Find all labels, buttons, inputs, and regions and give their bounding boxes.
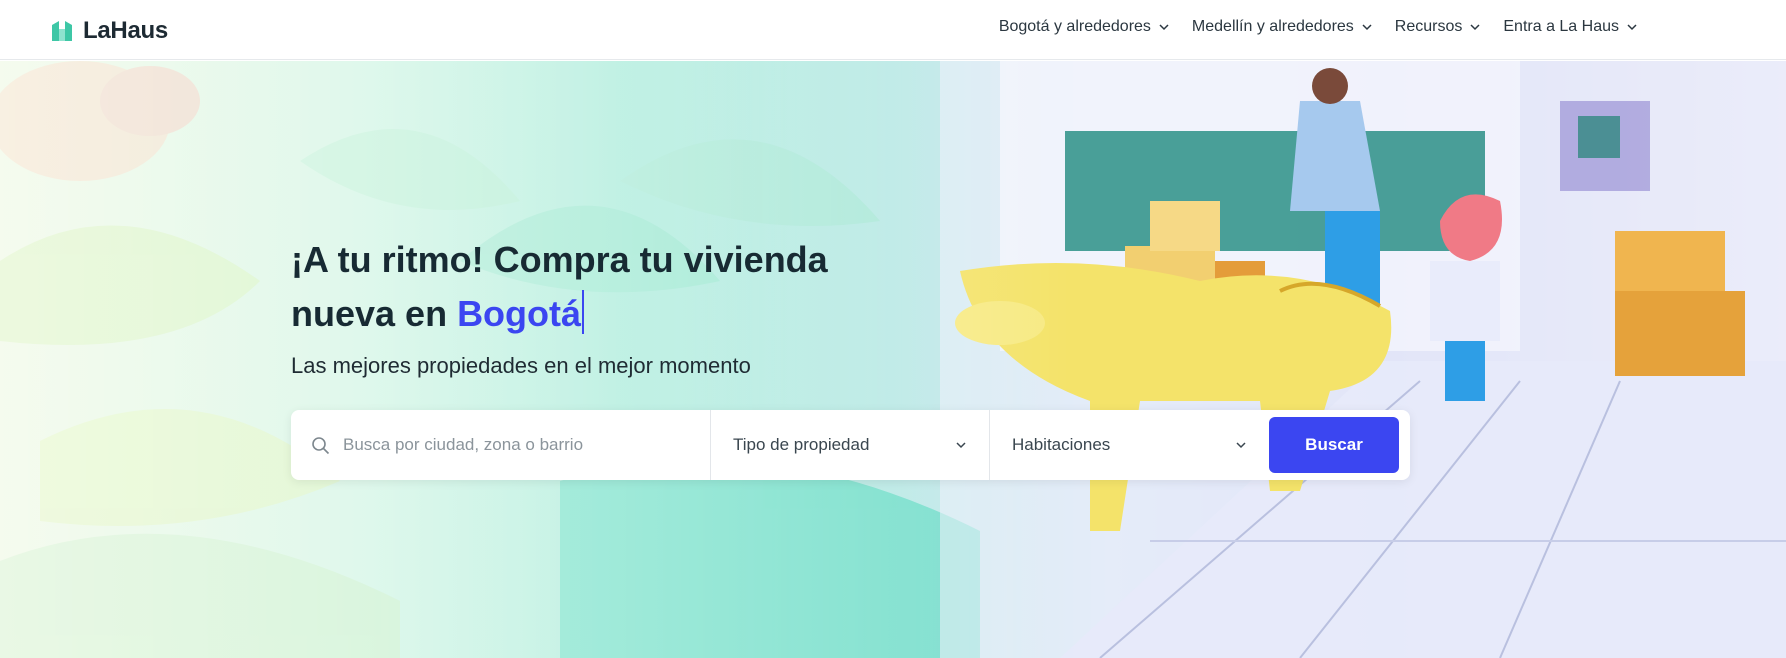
nav-item-bogota[interactable]: Bogotá y alrededores <box>999 18 1170 36</box>
nav-item-label: Bogotá y alrededores <box>998 18 1151 35</box>
search-bar: Tipo de propiedad Habitaciones Buscar <box>291 410 1410 480</box>
nav-item-medellin[interactable]: Medellín y alrededores <box>1192 18 1373 36</box>
text-cursor <box>582 290 585 334</box>
nav-item-recursos[interactable]: Recursos <box>1395 18 1482 36</box>
hero-headline: ¡A tu ritmo! Compra tu vivienda nueva en… <box>291 233 911 341</box>
rooms-select[interactable]: Habitaciones <box>990 410 1269 480</box>
hero-banner: ¡A tu ritmo! Compra tu vivienda nueva en… <box>0 61 1786 658</box>
headline-city: Bogotá <box>457 293 582 334</box>
rooms-label: Habitaciones <box>1012 435 1111 454</box>
hero-overlay <box>0 61 1786 658</box>
search-button[interactable]: Buscar <box>1269 417 1399 473</box>
nav-item-entra[interactable]: Entra a La Haus <box>1503 18 1638 36</box>
nav-item-label: Medellín y alrededores <box>1191 18 1354 35</box>
location-search-field[interactable] <box>291 410 711 480</box>
chevron-down-icon <box>956 442 966 449</box>
search-input[interactable] <box>343 435 683 455</box>
nav-item-label: Recursos <box>1394 18 1463 35</box>
chevron-down-icon <box>1236 442 1246 449</box>
chevron-down-icon <box>1627 24 1637 31</box>
brand-name: LaHaus <box>83 17 168 44</box>
property-type-label: Tipo de propiedad <box>733 435 870 454</box>
top-nav-bar: LaHaus Bogotá y alrededores Medellín y a… <box>0 0 1786 60</box>
hero-subheadline: Las mejores propiedades en el mejor mome… <box>291 353 751 378</box>
nav-item-label: Entra a La Haus <box>1503 18 1619 35</box>
search-icon <box>312 437 330 455</box>
chevron-down-icon <box>1159 24 1169 31</box>
house-logo-icon <box>52 21 72 41</box>
main-nav: Bogotá y alrededores Medellín y alrededo… <box>999 18 1638 36</box>
chevron-down-icon <box>1362 24 1372 31</box>
chevron-down-icon <box>1470 24 1480 31</box>
property-type-select[interactable]: Tipo de propiedad <box>711 410 990 480</box>
brand-logo[interactable]: LaHaus <box>50 17 168 45</box>
